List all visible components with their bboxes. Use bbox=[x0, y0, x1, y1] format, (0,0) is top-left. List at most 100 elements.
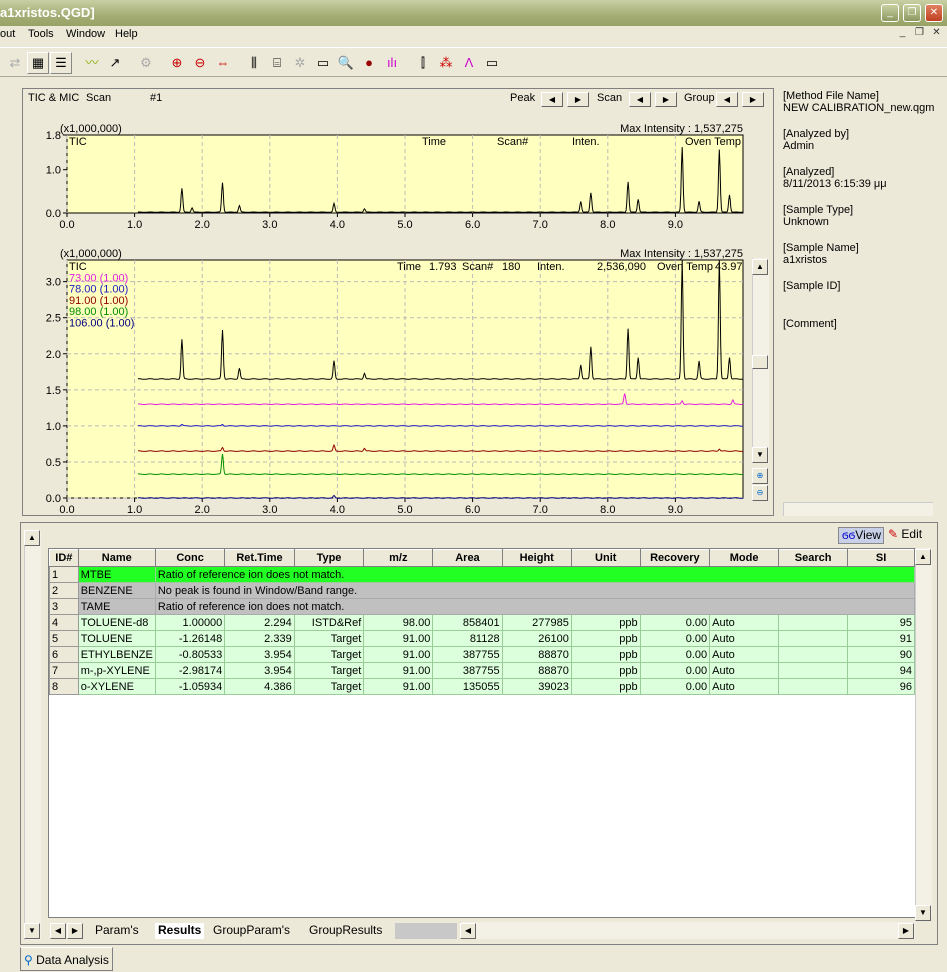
toolbar-chromatogram-icon[interactable]: 〰 bbox=[81, 52, 103, 74]
mdi-restore-button[interactable]: ❐ bbox=[912, 27, 927, 41]
scan-prev-button[interactable]: ◀ bbox=[629, 92, 651, 107]
group-next-button[interactable]: ▶ bbox=[742, 92, 764, 107]
table-row[interactable]: 8 o-XYLENE -1.05934 4.386 Target 91.00 135055 3… bbox=[49, 678, 915, 695]
toolbar-spectrum-icon[interactable]: ↗ bbox=[104, 52, 126, 74]
y-tick-label: 3.0 bbox=[46, 277, 61, 289]
mode: Auto bbox=[709, 614, 780, 631]
panel-scroll-down[interactable]: ▼ bbox=[24, 923, 40, 939]
toolbar-peak-range-icon[interactable]: ⇔ bbox=[212, 52, 234, 74]
toolbar-gear-icon[interactable]: ⚙ bbox=[135, 52, 157, 74]
data-analysis-icon: ⚲ bbox=[24, 953, 37, 967]
table-scrollbar[interactable] bbox=[915, 548, 932, 918]
toolbar-record-icon[interactable]: ● bbox=[358, 52, 380, 74]
table-scroll-up[interactable]: ▲ bbox=[915, 549, 931, 565]
toolbar-add-peak-icon[interactable]: ⊕ bbox=[166, 52, 188, 74]
sample-id-label: [Sample ID] bbox=[783, 280, 841, 292]
recovery: 0.00 bbox=[640, 614, 711, 631]
chromatogram-charts[interactable]: 0.0 1.0 2.0 3.0 4.0 5.0 6.0 7.0 8.0 9.00.01.01.8(… bbox=[22, 115, 772, 515]
column-header[interactable]: Unit bbox=[570, 549, 641, 567]
unit: ppb bbox=[571, 646, 641, 663]
menu-window[interactable]: Window bbox=[66, 28, 105, 40]
toolbar-bars-icon[interactable]: ⫼ bbox=[243, 52, 265, 74]
toolbar-remove-peak-icon[interactable]: ⊖ bbox=[189, 52, 211, 74]
column-header[interactable]: Ret.Time bbox=[224, 549, 295, 567]
column-header[interactable]: Height bbox=[501, 549, 572, 567]
mdi-minimize-button[interactable]: _ bbox=[895, 27, 910, 41]
column-header[interactable]: ID# bbox=[49, 549, 79, 567]
edit-label: Edit bbox=[901, 527, 923, 541]
search bbox=[778, 678, 849, 695]
zoom-in-icon[interactable]: ⊕ bbox=[752, 468, 768, 484]
sheet-tab-results[interactable]: Results bbox=[155, 923, 205, 939]
toolbar-window-icon[interactable]: ▭ bbox=[481, 52, 503, 74]
y-tick-label: 2.0 bbox=[46, 349, 61, 361]
sheet-next-button[interactable]: ▶ bbox=[67, 923, 83, 939]
mdi-close-button[interactable]: ✕ bbox=[929, 27, 944, 41]
window-title: a1xristos.QGD] bbox=[0, 5, 95, 20]
table-row[interactable]: 3 TAME Ratio of reference ion does not mat… bbox=[49, 598, 915, 615]
group-prev-button[interactable]: ◀ bbox=[716, 92, 738, 107]
sheet-tab-params[interactable]: Param's bbox=[95, 923, 139, 939]
column-header[interactable]: Search bbox=[778, 549, 849, 567]
hscroll-left[interactable]: ◀ bbox=[460, 923, 476, 939]
view-button[interactable]: ϭϭView bbox=[838, 527, 884, 544]
toolbar-comment-icon[interactable]: ▭ bbox=[312, 52, 334, 74]
chart-mode: TIC & MIC bbox=[28, 92, 80, 104]
column-header[interactable]: Name bbox=[77, 549, 156, 567]
table-row[interactable]: 5 TOLUENE -1.26148 2.339 Target 91.00 81128 261… bbox=[49, 630, 915, 647]
toolbar-spectra-icon[interactable]: ılı bbox=[381, 52, 403, 74]
y-tick-label: 1.0 bbox=[46, 421, 61, 433]
table-row[interactable]: 7 m-,p-XYLENE -2.98174 3.954 Target 91.00 3877… bbox=[49, 662, 915, 679]
column-header[interactable]: Type bbox=[293, 549, 365, 567]
toolbar-mark-icon[interactable]: ⁂ bbox=[435, 52, 457, 74]
chart-scroll-up[interactable]: ▲ bbox=[752, 259, 768, 275]
toolbar-search-icon[interactable]: 🔍 bbox=[335, 52, 357, 74]
toolbar-library-icon[interactable]: ⌸ bbox=[266, 52, 288, 74]
scan-next-button[interactable]: ▶ bbox=[655, 92, 677, 107]
maximize-button[interactable]: ❐ bbox=[903, 4, 921, 22]
chart-scroll-down[interactable]: ▼ bbox=[752, 447, 768, 463]
chart-scroll-thumb[interactable] bbox=[752, 355, 768, 369]
menu-help[interactable]: Help bbox=[115, 28, 138, 40]
table-row[interactable]: 6 ETHYLBENZE -0.80533 3.954 Target 91.00 38775… bbox=[49, 646, 915, 663]
toolbar-peak-icon[interactable]: Λ bbox=[458, 52, 480, 74]
table-row[interactable]: 2 BENZENE No peak is found in Window/Band … bbox=[49, 582, 915, 599]
column-header[interactable]: Conc bbox=[154, 549, 226, 567]
close-button[interactable]: ✕ bbox=[925, 4, 943, 22]
column-header[interactable]: Recovery bbox=[639, 549, 711, 567]
panel-scroll-up[interactable]: ▲ bbox=[24, 530, 40, 546]
sheet-prev-button[interactable]: ◀ bbox=[50, 923, 66, 939]
minimize-button[interactable]: _ bbox=[881, 4, 899, 22]
peak-prev-button[interactable]: ◀ bbox=[541, 92, 563, 107]
table-row[interactable]: 1 MTBE Ratio of reference ion does not mat… bbox=[49, 566, 915, 583]
toolbar-web-icon[interactable]: ✲ bbox=[289, 52, 311, 74]
info-hscrollbar[interactable] bbox=[783, 502, 933, 516]
column-header[interactable]: Mode bbox=[709, 549, 780, 567]
column-header[interactable]: SI bbox=[847, 549, 915, 567]
tab-data-analysis[interactable]: ⚲ Data Analysis bbox=[20, 947, 113, 971]
menu-layout[interactable]: out bbox=[0, 28, 15, 40]
x-tick-label: 3.0 bbox=[262, 504, 277, 515]
sheet-tab-groupparams[interactable]: GroupParam's bbox=[213, 923, 290, 939]
peak-next-button[interactable]: ▶ bbox=[567, 92, 589, 107]
trace-label-tic: TIC bbox=[69, 261, 87, 273]
sheet-tab-groupresults[interactable]: GroupResults bbox=[309, 923, 382, 939]
readout-oven-label: Oven Temp bbox=[657, 261, 713, 273]
column-header[interactable]: Area bbox=[432, 549, 503, 567]
title-bar: a1xristos.QGD] bbox=[0, 0, 947, 26]
menu-tools[interactable]: Tools bbox=[28, 28, 54, 40]
table-hscrollbar[interactable] bbox=[460, 922, 915, 939]
hscroll-right[interactable]: ▶ bbox=[898, 923, 914, 939]
table-scroll-down[interactable]: ▼ bbox=[915, 905, 931, 921]
x-tick-label: 8.0 bbox=[600, 219, 615, 231]
zoom-out-icon[interactable]: ⊖ bbox=[752, 485, 768, 501]
toolbar-list-icon[interactable]: ☰ bbox=[50, 52, 72, 74]
toolbar-disabled-icon[interactable]: ⇄ bbox=[4, 52, 26, 74]
unit: ppb bbox=[571, 630, 641, 647]
table-row[interactable]: 4 TOLUENE-d8 1.00000 2.294 ISTD&Ref 98.00 8584… bbox=[49, 614, 915, 631]
toolbar-table-icon[interactable]: ▦ bbox=[27, 52, 49, 74]
edit-button[interactable]: ✎ Edit bbox=[885, 527, 929, 544]
column-header[interactable]: m/z bbox=[363, 549, 434, 567]
toolbar-scale-icon[interactable]: ⫿ bbox=[412, 52, 434, 74]
panel-scrollbar[interactable] bbox=[24, 530, 41, 940]
